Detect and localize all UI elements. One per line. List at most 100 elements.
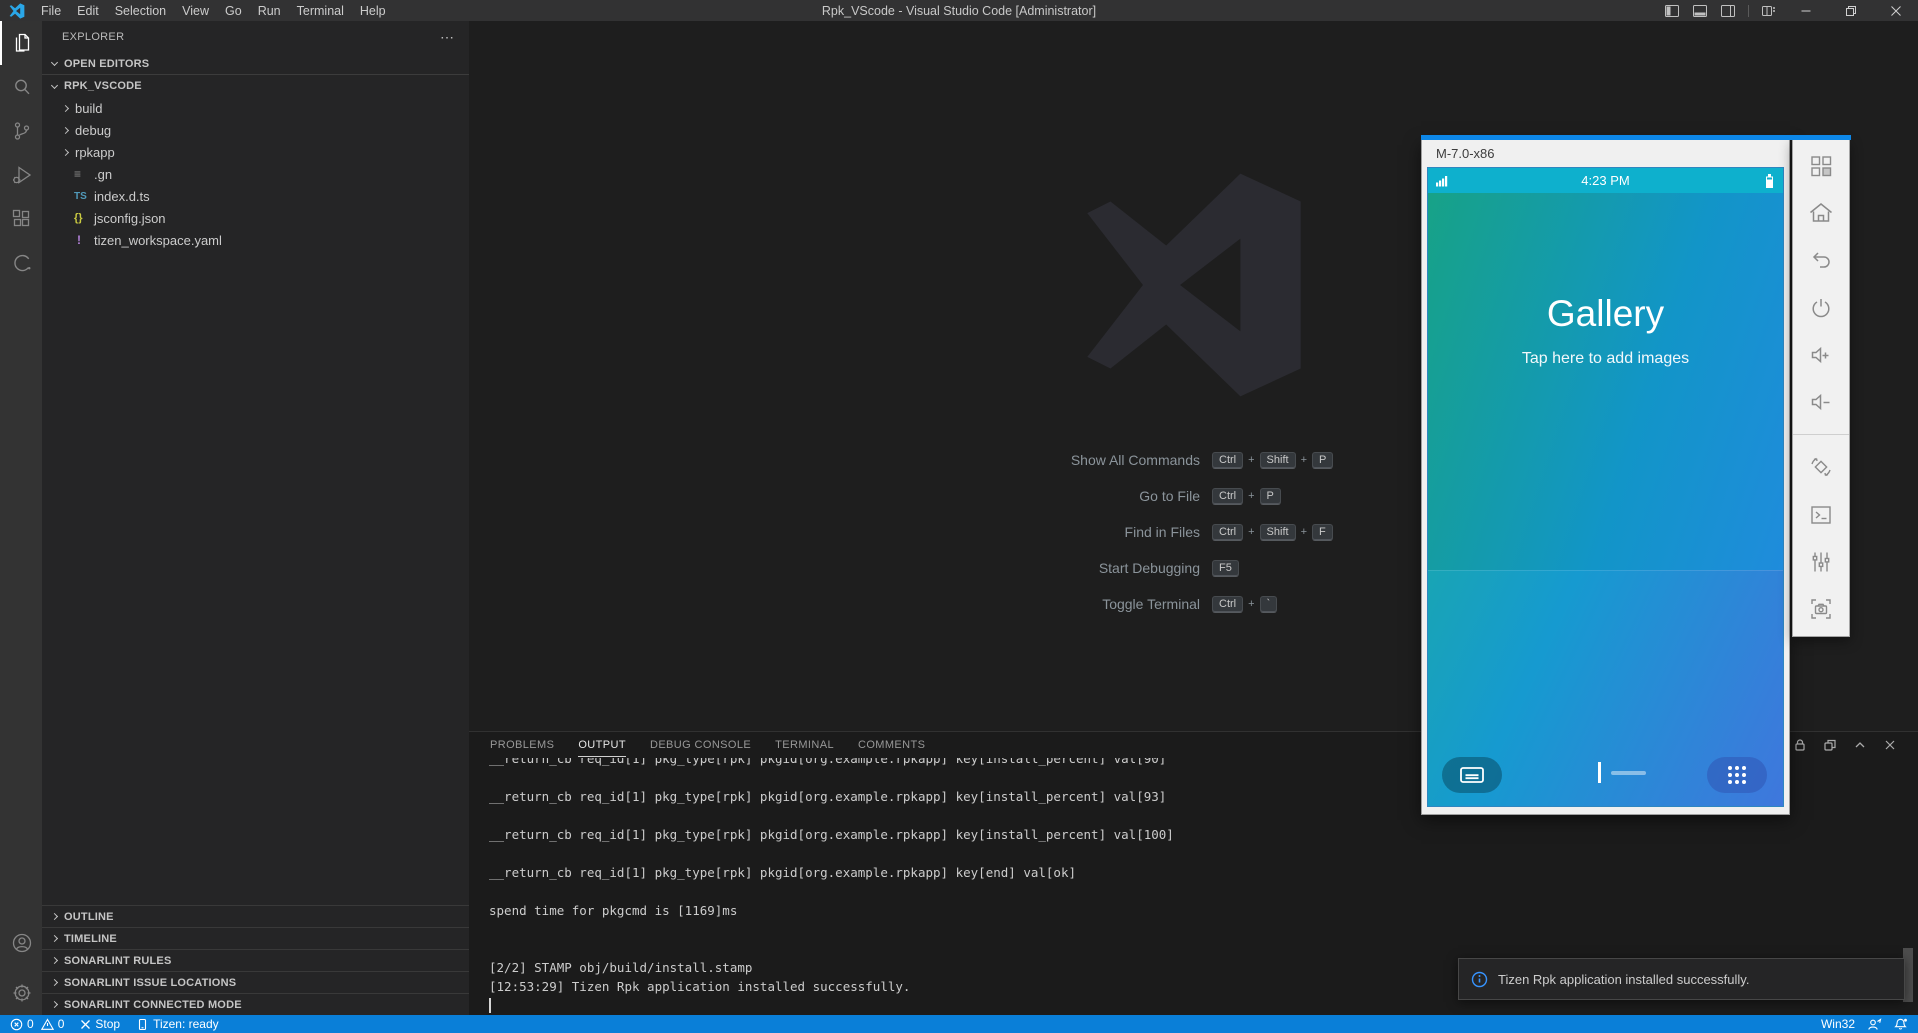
stop-button[interactable]: Stop [80, 1017, 120, 1031]
shell-icon[interactable] [1806, 500, 1836, 530]
recent-apps-icon [1459, 765, 1485, 785]
extensions-icon[interactable] [0, 197, 42, 241]
chevron-down-icon [51, 81, 58, 88]
app-drawer-button[interactable] [1707, 757, 1767, 793]
close-panel-icon[interactable] [1882, 737, 1898, 753]
toggle-secondary-sidebar-icon[interactable] [1714, 0, 1742, 21]
toggle-primary-sidebar-icon[interactable] [1658, 0, 1686, 21]
home-icon[interactable] [1806, 198, 1836, 228]
shortcut-find-in-files[interactable]: Find in Files Ctrl + Shift + F [1005, 521, 1382, 543]
gallery-header[interactable]: Gallery Tap here to add images [1428, 193, 1783, 570]
open-editors-label: OPEN EDITORS [64, 58, 149, 70]
output-cursor [489, 998, 491, 1013]
tree-item-build[interactable]: build [42, 97, 469, 119]
gallery-title: Gallery [1428, 293, 1783, 335]
tab-debug-console[interactable]: DEBUG CONSOLE [650, 735, 751, 755]
settings-gear-icon[interactable] [0, 971, 42, 1015]
chevron-right-icon [51, 935, 58, 942]
tab-terminal[interactable]: TERMINAL [775, 735, 834, 755]
section-sonarlint-issue-locations[interactable]: SONARLINT ISSUE LOCATIONS [42, 971, 469, 993]
volume-up-icon[interactable] [1806, 340, 1836, 370]
volume-down-icon[interactable] [1806, 387, 1836, 417]
emulator-screen[interactable]: 4:23 PM Gallery Tap here to add images [1427, 167, 1784, 807]
notifications-bell-icon[interactable] [1894, 1018, 1908, 1031]
keycap: Ctrl [1212, 488, 1243, 505]
tree-item-rpkapp[interactable]: rpkapp [42, 141, 469, 163]
emulator-window[interactable]: M-7.0-x86 4:23 PM Gallery Tap here to ad… [1421, 140, 1790, 815]
vscode-logo-icon [9, 3, 25, 19]
vscode-watermark-logo [1066, 169, 1322, 401]
keycap: Shift [1260, 452, 1296, 469]
menu-file[interactable]: File [33, 0, 69, 21]
tree-item-jsconfig[interactable]: {} jsconfig.json [42, 207, 469, 229]
menu-help[interactable]: Help [352, 0, 394, 21]
sonarlint-icon[interactable] [0, 241, 42, 285]
menu-bar: File Edit Selection View Go Run Terminal… [33, 0, 394, 21]
restore-button[interactable] [1828, 0, 1873, 21]
output-line: __return_cb req_id[1] pkg_type[rpk] pkgi… [489, 863, 1918, 882]
tree-item-tizen-workspace[interactable]: ! tizen_workspace.yaml [42, 229, 469, 251]
tizen-emulator: M-7.0-x86 4:23 PM Gallery Tap here to ad… [1421, 135, 1851, 815]
status-bar: 0 0 Stop Tizen: ready Win32 [0, 1015, 1918, 1033]
tab-comments[interactable]: COMMENTS [858, 735, 925, 755]
menu-selection[interactable]: Selection [107, 0, 174, 21]
more-actions-icon[interactable]: ⋯ [440, 29, 455, 46]
feedback-icon[interactable] [1867, 1018, 1882, 1031]
power-icon[interactable] [1806, 293, 1836, 323]
source-control-icon[interactable] [0, 109, 42, 153]
app-grid-icon[interactable] [1806, 151, 1836, 181]
tab-problems[interactable]: PROBLEMS [490, 735, 554, 755]
tree-item-debug[interactable]: debug [42, 119, 469, 141]
section-sonarlint-rules[interactable]: SONARLINT RULES [42, 949, 469, 971]
keycap: Ctrl [1212, 524, 1243, 541]
menu-run[interactable]: Run [250, 0, 289, 21]
tree-item-index-dts[interactable]: TS index.d.ts [42, 185, 469, 207]
explorer-icon[interactable] [0, 21, 42, 65]
close-button[interactable] [1873, 0, 1918, 21]
menu-terminal[interactable]: Terminal [289, 0, 352, 21]
section-timeline[interactable]: TIMELINE [42, 927, 469, 949]
back-icon[interactable] [1806, 245, 1836, 275]
section-sonarlint-connected-mode[interactable]: SONARLINT CONNECTED MODE [42, 993, 469, 1015]
maximize-panel-icon[interactable] [1852, 737, 1868, 753]
tree-item-gn[interactable]: ≡ .gn [42, 163, 469, 185]
open-editors-section[interactable]: OPEN EDITORS [42, 53, 469, 75]
menu-edit[interactable]: Edit [69, 0, 107, 21]
device-icon [136, 1018, 149, 1031]
notification-text: Tizen Rpk application installed successf… [1498, 972, 1749, 987]
controls-icon[interactable] [1806, 547, 1836, 577]
toggle-panel-icon[interactable] [1686, 0, 1714, 21]
json-icon: {} [74, 212, 94, 224]
output-line [489, 844, 1918, 863]
screenshot-icon[interactable] [1806, 594, 1836, 624]
run-and-debug-icon[interactable] [0, 153, 42, 197]
rotate-screen-icon[interactable] [1806, 452, 1836, 482]
activity-bar [0, 21, 42, 1015]
customize-layout-icon[interactable] [1755, 0, 1783, 21]
workspace-label: RPK_VSCODE [64, 80, 142, 92]
shortcut-show-all-commands[interactable]: Show All Commands Ctrl + Shift + P [1005, 449, 1382, 471]
menu-view[interactable]: View [174, 0, 217, 21]
keycap: ` [1260, 596, 1278, 613]
shortcut-go-to-file[interactable]: Go to File Ctrl + P [1005, 485, 1382, 507]
accounts-icon[interactable] [0, 921, 42, 965]
problems-status[interactable]: 0 0 [10, 1017, 64, 1031]
tizen-status[interactable]: Tizen: ready [136, 1017, 219, 1031]
shortcut-toggle-terminal[interactable]: Toggle Terminal Ctrl + ` [1005, 593, 1382, 615]
keycap: F [1312, 524, 1333, 541]
notification-toast[interactable]: Tizen Rpk application installed successf… [1458, 958, 1905, 1000]
app-drawer-icon [1725, 763, 1749, 787]
warning-icon [41, 1018, 54, 1031]
search-icon[interactable] [0, 65, 42, 109]
workspace-section[interactable]: RPK_VSCODE [42, 75, 469, 97]
shortcut-start-debugging[interactable]: Start Debugging F5 [1005, 557, 1382, 579]
menu-go[interactable]: Go [217, 0, 250, 21]
home-indicator [1598, 762, 1601, 783]
titlebar-separator [1748, 5, 1749, 17]
section-outline[interactable]: OUTLINE [42, 905, 469, 927]
recent-apps-button[interactable] [1442, 757, 1502, 793]
minimize-button[interactable] [1783, 0, 1828, 21]
toolbar-divider [1793, 434, 1849, 435]
tab-output[interactable]: OUTPUT [578, 735, 626, 755]
platform-indicator[interactable]: Win32 [1821, 1017, 1855, 1031]
